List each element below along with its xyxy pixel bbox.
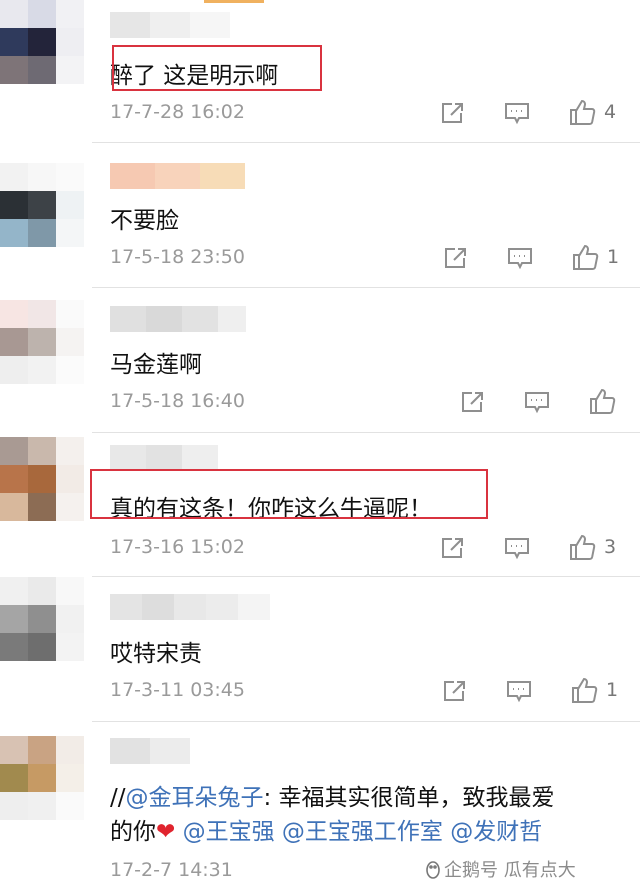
like-icon[interactable] (571, 243, 599, 271)
comment-item: 醉了 这是明示啊 17-7-28 16:02 4 (0, 0, 640, 142)
share-icon[interactable] (442, 679, 468, 703)
like-count: 1 (607, 246, 620, 268)
comment-item: 哎特宋责 17-3-11 03:45 1 (0, 577, 640, 721)
like-icon[interactable] (568, 533, 596, 561)
comment-time: 17-2-7 14:31 (110, 859, 233, 881)
text-body: 的你 (110, 819, 156, 845)
comment-icon[interactable] (507, 246, 533, 270)
mention-link[interactable]: @发财哲 (450, 819, 542, 845)
comment-icon[interactable] (504, 101, 530, 125)
like-count: 1 (606, 679, 619, 701)
avatar[interactable] (0, 0, 84, 84)
username-blurred[interactable] (110, 12, 230, 38)
comment-text: 不要脸 (110, 208, 179, 234)
username-blurred[interactable] (110, 306, 246, 332)
like-count: 3 (604, 536, 617, 558)
comment-icon[interactable] (524, 390, 550, 414)
text-body: : 幸福其实很简单，致我最爱 (263, 785, 555, 811)
highlight-box (112, 45, 322, 91)
comment-text-line-2: 的你❤ @王宝强 @王宝强工作室 @发财哲 (110, 812, 542, 846)
heart-icon: ❤ (156, 819, 176, 845)
share-icon[interactable] (440, 536, 466, 560)
username-blurred[interactable] (110, 738, 190, 764)
avatar[interactable] (0, 163, 84, 247)
share-icon[interactable] (460, 390, 486, 414)
text-prefix: // (110, 785, 126, 811)
username-blurred[interactable] (110, 445, 218, 471)
mention-link[interactable]: @金耳朵兔子 (126, 785, 264, 811)
comment-item: 真的有这条！你咋这么牛逼呢！ 17-3-16 15:02 3 (0, 433, 640, 576)
comment-text: 哎特宋责 (110, 641, 202, 667)
username-blurred[interactable] (110, 594, 270, 620)
like-icon[interactable] (588, 387, 616, 415)
like-icon[interactable] (570, 676, 598, 704)
comment-text-line-1: //@金耳朵兔子: 幸福其实很简单，致我最爱 (110, 778, 555, 812)
watermark: 企鹅号 瓜有点大 (444, 860, 576, 881)
share-icon[interactable] (440, 101, 466, 125)
comment-time: 17-5-18 23:50 (110, 246, 245, 268)
avatar[interactable] (0, 736, 84, 820)
comment-time: 17-7-28 16:02 (110, 101, 245, 123)
comment-icon[interactable] (504, 536, 530, 560)
comment-time: 17-5-18 16:40 (110, 390, 245, 412)
comment-icon[interactable] (506, 679, 532, 703)
penguin-logo-icon (426, 861, 440, 879)
like-icon[interactable] (568, 98, 596, 126)
username-blurred[interactable] (110, 163, 245, 189)
mention-link[interactable]: @王宝强 (183, 819, 275, 845)
comment-time: 17-3-16 15:02 (110, 536, 245, 558)
like-count: 4 (604, 101, 617, 123)
mention-link[interactable]: @王宝强工作室 (282, 819, 443, 845)
share-icon[interactable] (443, 246, 469, 270)
comment-text: 马金莲啊 (110, 352, 202, 378)
avatar[interactable] (0, 437, 84, 521)
comment-time: 17-3-11 03:45 (110, 679, 245, 701)
avatar[interactable] (0, 577, 84, 661)
avatar[interactable] (0, 300, 84, 384)
comment-item: 不要脸 17-5-18 23:50 1 (0, 143, 640, 287)
comment-item: 马金莲啊 17-5-18 16:40 (0, 288, 640, 432)
highlight-box (90, 469, 488, 519)
